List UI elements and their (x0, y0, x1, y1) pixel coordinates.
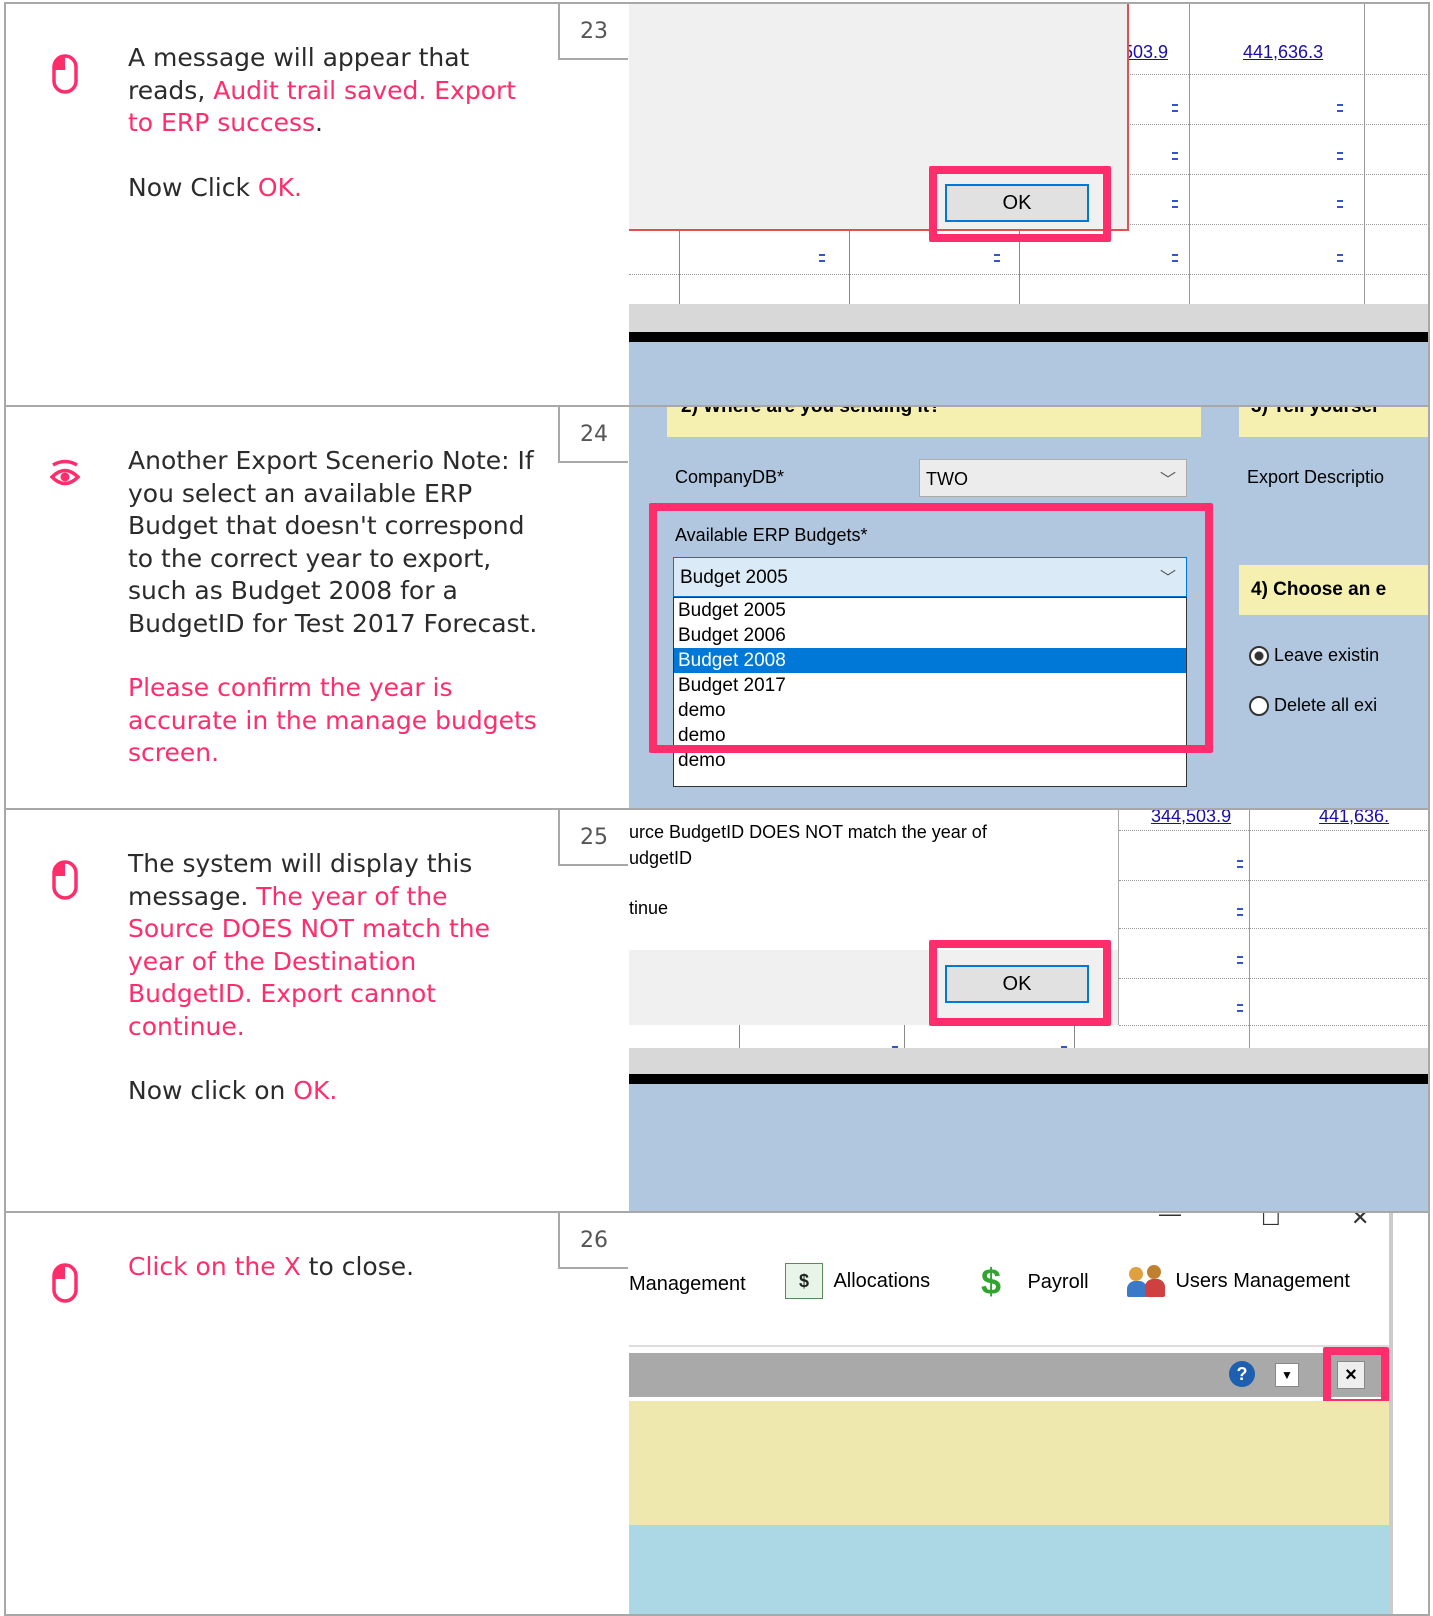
dropdown-arrow-icon[interactable]: ▼ (1275, 1363, 1299, 1387)
step-23: A message will appear that reads, Audit … (4, 2, 1430, 407)
step-text-column: The system will display this message. Th… (6, 810, 628, 1211)
maximize-button[interactable]: ☐ (1261, 1213, 1281, 1231)
chevron-down-icon: ﹀ (1159, 472, 1176, 489)
step-instructions: Click on the X to close. (128, 1252, 415, 1281)
export-description-label: Export Descriptio (1247, 467, 1385, 487)
step-26: Click on the X to close. 26 — ☐ ✕ Manage… (4, 1211, 1430, 1616)
menu-users-management[interactable]: Users Management (1127, 1263, 1350, 1299)
step-screenshot: 344,503.9 441,636. urce BudgetID DOES NO… (629, 810, 1428, 1211)
menu-payroll[interactable]: $ Payroll (981, 1261, 1089, 1303)
section-header: 2) Where are you sending it? (667, 407, 1201, 437)
step-screenshot: 2) Where are you sending it? 3) Tell you… (629, 407, 1428, 808)
highlight-box (649, 503, 1213, 753)
grid-value[interactable]: 503.9 (1123, 42, 1168, 63)
highlight-box (929, 166, 1111, 242)
eye-icon (50, 459, 80, 486)
menu-allocations[interactable]: $ Allocations (785, 1263, 930, 1299)
menu-management[interactable]: Management (629, 1273, 746, 1296)
step-number: 24 (558, 407, 628, 463)
radio-icon (1249, 696, 1269, 717)
step-25: The system will display this message. Th… (4, 808, 1430, 1213)
step-number: 23 (558, 4, 628, 60)
step-text-column: A message will appear that reads, Audit … (6, 4, 628, 405)
radio-selected-icon (1249, 646, 1269, 667)
step-number: 26 (558, 1213, 628, 1269)
users-icon (1127, 1263, 1167, 1299)
radio-delete-all[interactable]: Delete all exi (1249, 695, 1377, 717)
dollar-icon: $ (981, 1261, 1002, 1302)
grid-value[interactable]: 344,503.9 (1151, 810, 1231, 827)
mouse-click-icon (52, 860, 78, 900)
highlight-box (929, 940, 1111, 1026)
radio-leave-existing[interactable]: Leave existin (1249, 645, 1379, 667)
step-screenshot: — ☐ ✕ Management $ Allocations $ Payroll… (629, 1213, 1428, 1614)
grid-value[interactable]: 441,636.3 (1243, 42, 1323, 63)
step-instructions: The system will display this message. Th… (128, 849, 490, 1105)
step-24: Another Export Scenerio Note: If you sel… (4, 405, 1430, 810)
error-message-line: udgetID (629, 848, 693, 868)
highlight-box (1323, 1347, 1389, 1407)
step-text-column: Another Export Scenerio Note: If you sel… (6, 407, 628, 808)
error-message-line: tinue (629, 898, 669, 918)
minimize-button[interactable]: — (1159, 1213, 1181, 1227)
step-instructions: Another Export Scenerio Note: If you sel… (128, 446, 538, 767)
company-label: CompanyDB* (675, 467, 785, 487)
help-icon[interactable]: ? (1229, 1361, 1255, 1387)
mouse-click-icon (52, 1263, 78, 1303)
step-instructions: A message will appear that reads, Audit … (128, 43, 517, 202)
window-close-button[interactable]: ✕ (1351, 1213, 1369, 1231)
step-text-column: Click on the X to close. 26 (6, 1213, 628, 1614)
company-select[interactable]: TWO ﹀ (919, 459, 1187, 497)
step-number: 25 (558, 810, 628, 866)
error-message-line: urce BudgetID DOES NOT match the year of (629, 822, 987, 842)
spreadsheet-dollar-icon: $ (785, 1263, 823, 1299)
grid-value[interactable]: 441,636. (1319, 810, 1389, 827)
step-screenshot: 503.9 441,636.3 OK (629, 4, 1428, 405)
section-header: 3) Tell yoursel (1239, 407, 1428, 437)
mouse-click-icon (52, 54, 78, 94)
section-header: 4) Choose an e (1239, 565, 1428, 615)
